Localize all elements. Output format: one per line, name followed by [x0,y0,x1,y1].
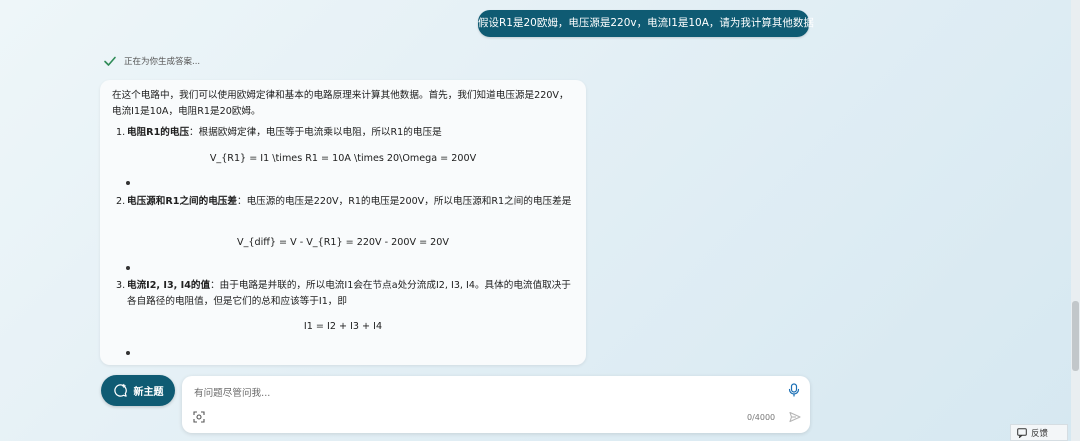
microphone-icon[interactable] [788,383,800,397]
image-scan-icon[interactable] [193,411,205,423]
feedback-icon [1017,427,1027,438]
step-text: ：根据欧姆定律，电压等于电流乘以电阻，所以R1的电压是 [189,127,442,138]
step-text: ：电压源的电压是220V，R1的电压是200V，所以电压源和R1之间的电压差是 [237,196,572,207]
step-formula: V_{diff} = V - V_{R1} = 220V - 200V = 20… [237,237,449,248]
bullet-dot [126,351,130,355]
new-topic-label: 新主题 [133,387,164,398]
chat-input[interactable] [192,383,786,403]
step-number: 1. [116,127,126,138]
char-counter: 0/4000 [747,413,776,422]
generation-status: 正在为你生成答案... [103,54,200,68]
check-icon [104,56,116,66]
bullet-dot [126,181,130,185]
step-number: 3. [116,280,126,291]
feedback-label: 反馈 [1031,428,1049,439]
answer-intro: 在这个电路中，我们可以使用欧姆定律和基本的电路原理来计算其他数据。首先，我们知道… [112,90,569,117]
page-scrollbar[interactable] [1071,0,1080,441]
feedback-button[interactable]: 反馈 [1010,424,1068,441]
step-number: 2. [116,196,126,207]
answer-step-2: 2. 电压源和R1之间的电压差：电压源的电压是220V，R1的电压是200V，所… [116,194,578,210]
chat-input-box: 0/4000 [182,376,810,433]
answer-step-1: 1. 电阻R1的电压：根据欧姆定律，电压等于电流乘以电阻，所以R1的电压是 [116,125,578,141]
bullet-dot [126,266,130,270]
step-title: 电压源和R1之间的电压差 [127,196,237,207]
send-icon[interactable] [789,411,801,423]
step-formula: I1 = I2 + I3 + I4 [303,321,383,332]
new-topic-button[interactable]: 新主题 [101,375,175,406]
scrollbar-thumb[interactable] [1072,301,1079,371]
step-title: 电阻R1的电压 [127,127,190,138]
status-text: 正在为你生成答案... [124,57,201,67]
answer-step-3: 3. 电流I2, I3, I4的值：由于电路是并联的，所以电流I1会在节点a处分… [116,278,578,310]
answer-card: 在这个电路中，我们可以使用欧姆定律和基本的电路原理来计算其他数据。首先，我们知道… [100,80,586,365]
step-title: 电流I2, I3, I4的值 [127,280,211,291]
user-message-bubble: 假设R1是20欧姆，电压源是220v，电流I1是10A，请为我计算其他数据 [478,10,814,37]
step-formula: V_{R1} = I1 \times R1 = 10A \times 20\Om… [209,153,477,164]
chat-bubble-plus-icon [113,383,127,397]
